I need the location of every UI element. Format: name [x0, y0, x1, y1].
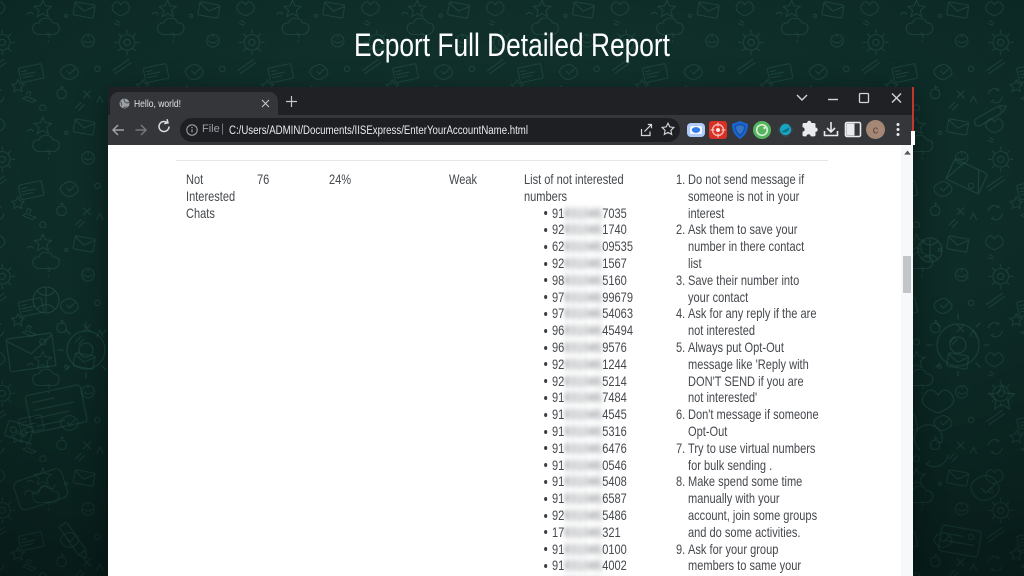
svg-text:C:/Users/ADMIN/Documents/IISEx: C:/Users/ADMIN/Documents/IISExpress/Ente…: [229, 125, 528, 137]
svg-text:Hello, world!: Hello, world!: [134, 98, 181, 110]
svg-text:c: c: [873, 125, 879, 137]
svg-text:Ecport Full Detailed Report: Ecport Full Detailed Report: [354, 27, 670, 63]
